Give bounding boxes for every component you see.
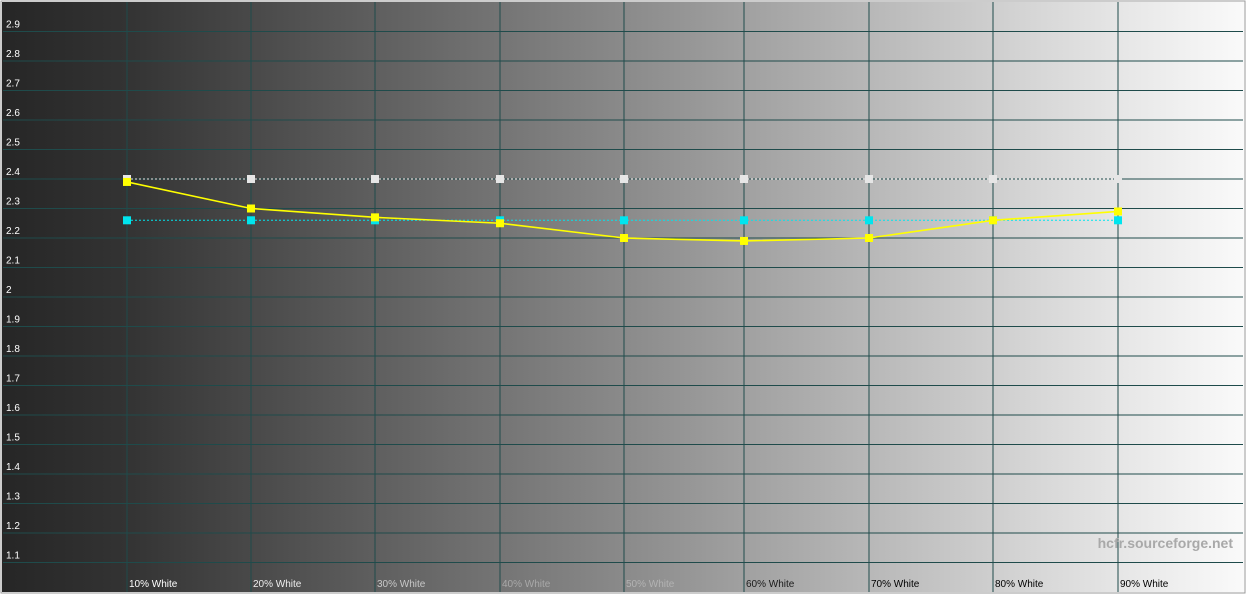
data-point: [123, 177, 131, 186]
y-tick-label: 1.4: [6, 462, 20, 473]
data-point: [865, 175, 873, 183]
y-tick-label: 1.6: [6, 403, 20, 414]
grid: [3, 2, 1243, 592]
data-point: [371, 213, 379, 222]
data-point: [620, 216, 628, 225]
x-axis-ticks: 10% White 20% White 30% White 40% White 50% …: [129, 579, 1169, 590]
data-point: [247, 175, 255, 183]
data-point: [740, 236, 748, 245]
y-tick-label: 1.5: [6, 433, 20, 444]
data-point: [247, 204, 255, 213]
y-tick-label: 2.7: [6, 79, 20, 90]
data-point: [620, 234, 628, 242]
y-tick-label: 2.5: [6, 138, 20, 149]
y-tick-label: 1.8: [6, 344, 20, 355]
y-tick-label: 1.1: [6, 551, 20, 562]
x-tick-label: 80% White: [995, 579, 1044, 590]
y-tick-label: 2: [6, 285, 12, 296]
x-tick-label: 70% White: [871, 579, 920, 590]
y-tick-label: 2.9: [6, 20, 20, 31]
data-point: [620, 175, 628, 183]
x-tick-label: 90% White: [1120, 579, 1169, 590]
data-point: [865, 234, 873, 242]
x-tick-label: 30% White: [377, 579, 426, 590]
y-tick-label: 2.6: [6, 108, 20, 119]
y-tick-label: 1.9: [6, 315, 20, 326]
x-tick-label: 20% White: [253, 579, 302, 590]
data-point: [496, 219, 504, 228]
data-point: [740, 175, 748, 183]
y-tick-label: 2.3: [6, 197, 20, 208]
x-tick-label: 10% White: [129, 579, 178, 590]
y-tick-label: 1.3: [6, 492, 20, 503]
data-point: [496, 175, 504, 183]
y-tick-label: 2.4: [6, 167, 20, 178]
x-tick-label: 50% White: [626, 579, 675, 590]
y-tick-label: 2.1: [6, 256, 20, 267]
data-point: [371, 175, 379, 183]
y-tick-label: 1.2: [6, 521, 20, 532]
x-tick-label: 60% White: [746, 579, 795, 590]
data-point: [1114, 216, 1122, 225]
data-point: [1114, 175, 1122, 183]
data-point: [865, 216, 873, 225]
data-point: [123, 216, 131, 225]
data-point: [247, 216, 255, 225]
data-point: [989, 216, 997, 225]
data-point: [989, 175, 997, 183]
watermark: hcfr.sourceforge.net: [1098, 535, 1234, 551]
gamma-chart: 1.1 1.2 1.3 1.4 1.5 1.6 1.7 1.8 1.9 2 2.1 2.2 2.3 2.4…: [0, 0, 1246, 594]
chart-frame: 1.1 1.2 1.3 1.4 1.5 1.6 1.7 1.8 1.9 2 2.1 2.2 2.3 2.4…: [0, 0, 1246, 595]
data-point: [740, 216, 748, 225]
x-tick-label: 40% White: [502, 579, 551, 590]
y-tick-label: 2.8: [6, 49, 20, 60]
data-point: [1114, 207, 1122, 216]
y-tick-label: 2.2: [6, 226, 20, 237]
y-tick-label: 1.7: [6, 374, 20, 385]
